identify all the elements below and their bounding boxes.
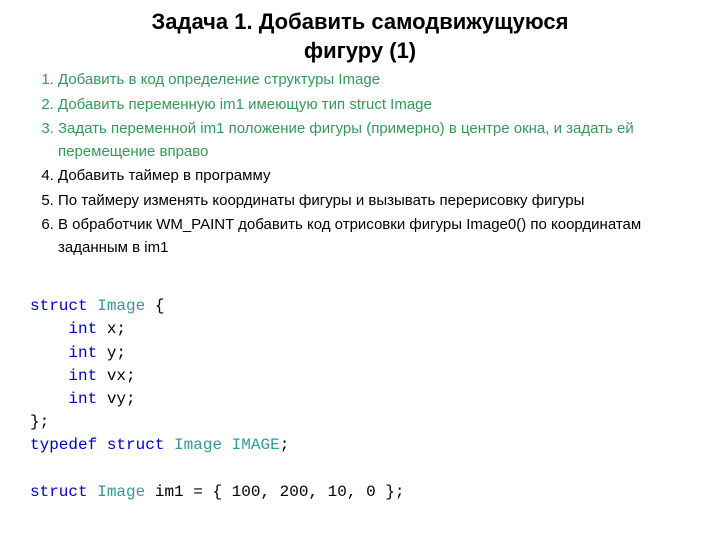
field-x: x;	[107, 320, 126, 338]
type-image-alias: IMAGE	[232, 436, 280, 454]
kw-struct: struct	[30, 297, 88, 315]
slide-title: Задача 1. Добавить самодвижущуюся фигуру…	[30, 8, 690, 65]
list-item: Задать переменной im1 положение фигуры (…	[58, 118, 690, 163]
kw-struct: struct	[107, 436, 165, 454]
im1-decl: im1 = { 100, 200, 10, 0 };	[145, 483, 404, 501]
code-block: struct Image { int x; int y; int vx; int…	[30, 295, 690, 504]
kw-int: int	[68, 344, 97, 362]
kw-typedef: typedef	[30, 436, 97, 454]
brace-close: };	[30, 413, 49, 431]
semi: ;	[280, 436, 290, 454]
list-item: В обработчик WM_PAINT добавить код отрис…	[58, 214, 690, 259]
kw-struct: struct	[30, 483, 88, 501]
kw-int: int	[68, 390, 97, 408]
kw-int: int	[68, 320, 97, 338]
kw-int: int	[68, 367, 97, 385]
brace-open: {	[145, 297, 164, 315]
field-y: y;	[107, 344, 126, 362]
task-list: Добавить в код определение структуры Ima…	[30, 69, 690, 259]
type-image: Image	[97, 297, 145, 315]
type-image: Image	[97, 483, 145, 501]
list-item: Добавить переменную im1 имеющую тип stru…	[58, 94, 690, 117]
list-item: Добавить таймер в программу	[58, 165, 690, 188]
title-line1: Задача 1. Добавить самодвижущуюся	[151, 9, 568, 34]
field-vx: vx;	[107, 367, 136, 385]
list-item: Добавить в код определение структуры Ima…	[58, 69, 690, 92]
type-image: Image	[174, 436, 222, 454]
field-vy: vy;	[107, 390, 136, 408]
title-line2: фигуру (1)	[304, 38, 416, 63]
list-item: По таймеру изменять координаты фигуры и …	[58, 190, 690, 213]
